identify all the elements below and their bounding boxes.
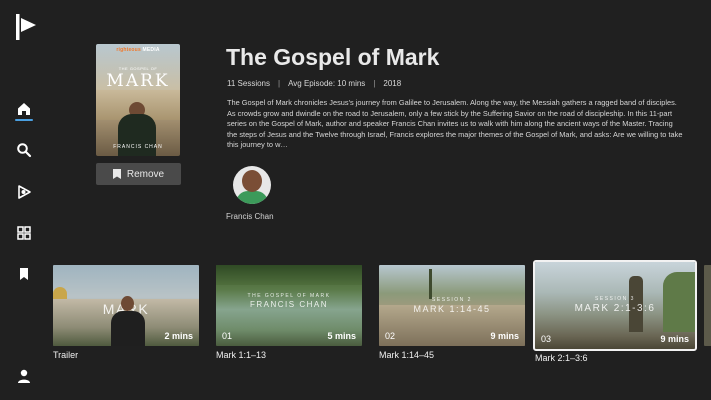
episode-card-03[interactable]: SESSION 3 MARK 2:1-3:6 03 9 mins [533, 260, 697, 351]
thumb-dome [53, 287, 67, 299]
episode-label: Mark 1:14–45 [379, 350, 435, 360]
active-indicator [15, 119, 33, 121]
sidebar-item-home[interactable] [14, 99, 34, 119]
episode-duration: 2 mins [164, 331, 193, 341]
episode-label: Trailer [53, 350, 79, 360]
episode-duration: 9 mins [660, 334, 689, 344]
thumb-tree [663, 272, 695, 332]
author-avatar[interactable] [233, 166, 271, 204]
thumb-overlay-title: FRANCIS CHAN [249, 300, 328, 309]
episode-duration: 5 mins [327, 331, 356, 341]
thumb-overlay-title: MARK 2:1-3:6 [574, 303, 656, 314]
episode-card-01[interactable]: THE GOSPEL OF MARK FRANCIS CHAN 01 5 min… [216, 265, 362, 346]
episode-card-next-partial[interactable] [704, 265, 711, 346]
avatar-shirt [236, 191, 268, 204]
thumb-person-head [121, 296, 134, 311]
grid-icon [17, 226, 31, 240]
search-icon [17, 143, 32, 158]
episode-number: 02 [385, 331, 396, 341]
series-meta: 11 Sessions | Avg Episode: 10 mins | 201… [227, 79, 401, 88]
release-year: 2018 [383, 79, 402, 88]
episode-label: Mark 2:1–3:6 [535, 353, 588, 363]
avatar-face [242, 170, 262, 192]
episode-number: 01 [222, 331, 233, 341]
sidebar-item-browse[interactable] [14, 223, 34, 243]
avg-episode: Avg Episode: 10 mins [288, 79, 366, 88]
bookmark-icon [112, 169, 121, 179]
episode-duration: 9 mins [490, 331, 519, 341]
cover-author: FRANCIS CHAN [113, 144, 163, 150]
home-icon [18, 103, 30, 115]
episode-number: 03 [541, 334, 552, 344]
bookmark-icon [20, 268, 28, 280]
episode-card-trailer[interactable]: MARK 2 mins [53, 265, 199, 346]
thumb-person [111, 311, 145, 346]
episode-label: Mark 1:1–13 [216, 350, 267, 360]
author-name: Francis Chan [226, 212, 274, 221]
sidebar-item-channels[interactable] [14, 182, 34, 202]
meta-divider: | [373, 79, 376, 88]
thumb-overlay-title: MARK 1:14-45 [413, 304, 491, 314]
remove-button[interactable]: Remove [96, 163, 181, 185]
remove-button-label: Remove [126, 168, 165, 180]
series-description: The Gospel of Mark chronicles Jesus's jo… [227, 98, 683, 150]
sidebar-item-search[interactable] [14, 140, 34, 160]
channels-icon [18, 185, 31, 199]
thumb-overlay-subtitle: SESSION 3 [595, 296, 635, 302]
thumb-foliage [216, 265, 362, 285]
thumb-palm [429, 269, 432, 299]
episode-card-02[interactable]: SESSION 2 MARK 1:14-45 02 9 mins [379, 265, 525, 346]
cover-title: MARK [106, 71, 170, 91]
thumb-overlay-subtitle: THE GOSPEL OF MARK [247, 293, 331, 299]
sidebar-item-saved[interactable] [14, 264, 34, 284]
sidebar-nav [0, 0, 48, 400]
app-logo-icon [14, 14, 38, 40]
series-cover-image: righteous MEDIA THE GOSPEL OF MARK FRANC… [96, 44, 180, 156]
user-icon [18, 369, 30, 383]
meta-divider: | [278, 79, 281, 88]
page-title: The Gospel of Mark [226, 44, 440, 70]
session-count: 11 Sessions [227, 79, 270, 88]
sidebar-item-profile[interactable] [14, 366, 34, 386]
cover-brand: righteous MEDIA [116, 47, 160, 53]
thumb-overlay-subtitle: SESSION 2 [432, 297, 472, 303]
